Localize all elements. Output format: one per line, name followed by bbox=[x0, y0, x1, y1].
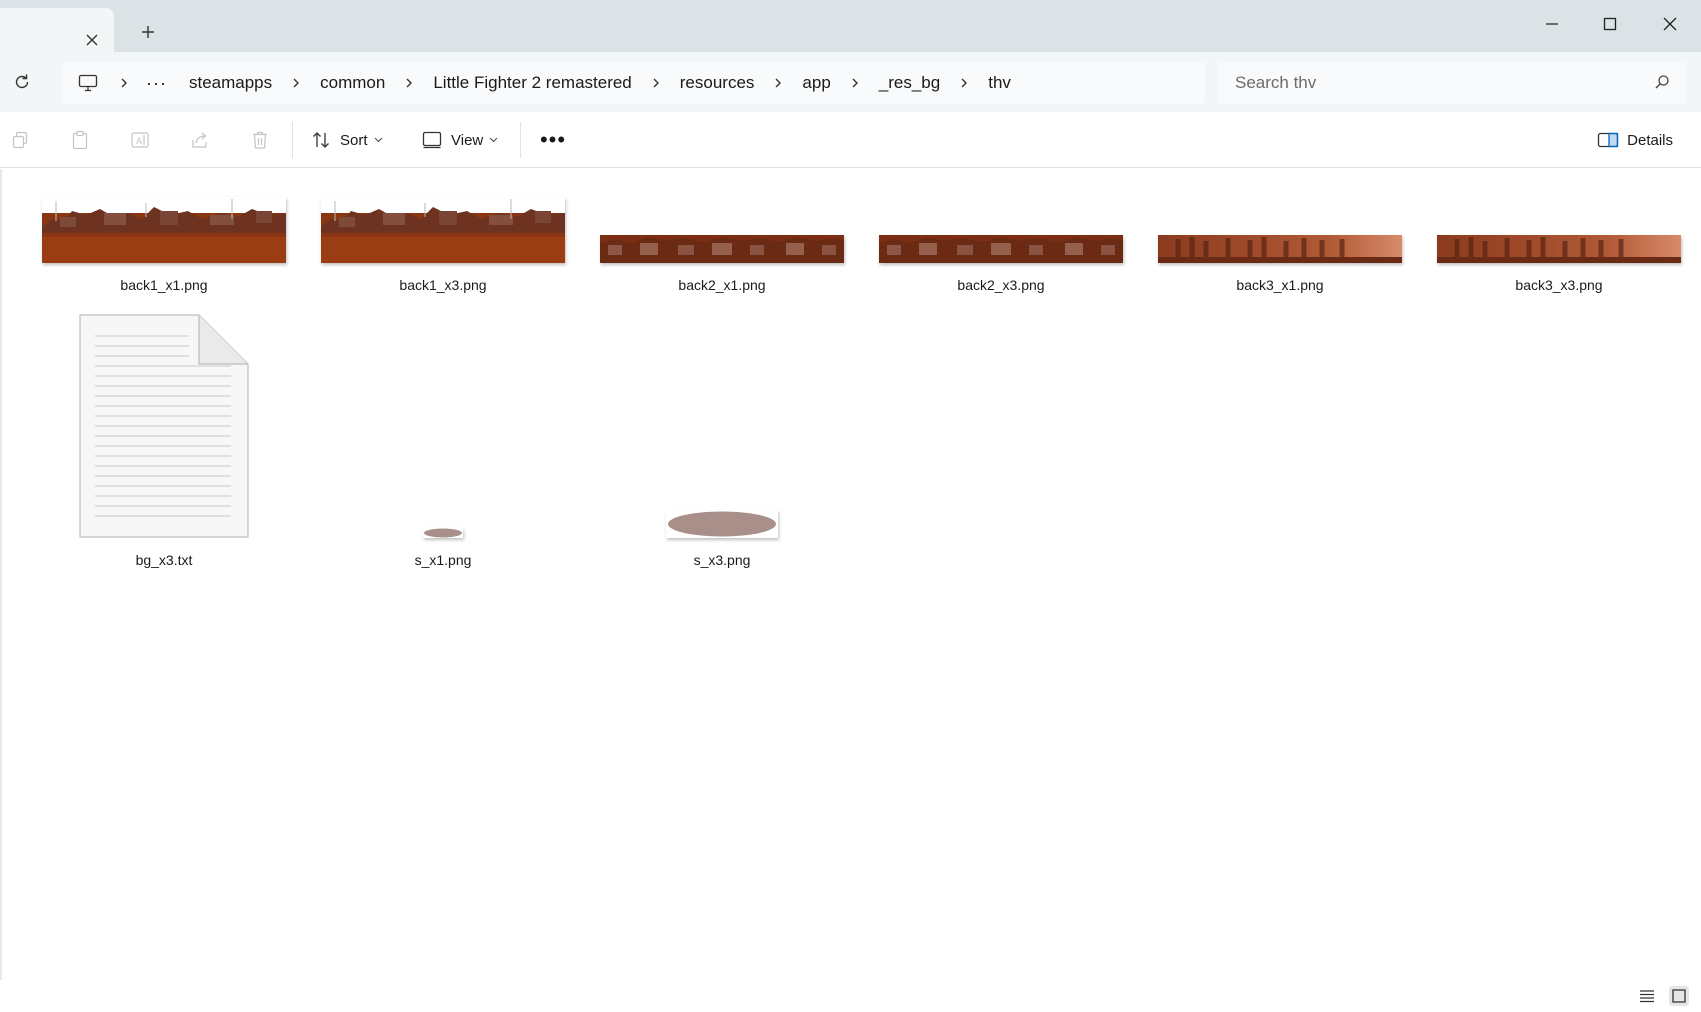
file-item[interactable]: back1_x3.png bbox=[313, 195, 573, 293]
delete-icon[interactable] bbox=[248, 128, 272, 152]
share-icon[interactable] bbox=[188, 128, 212, 152]
file-name: bg_x3.txt bbox=[135, 552, 193, 568]
view-label: View bbox=[451, 131, 484, 149]
file-name: back3_x1.png bbox=[1236, 277, 1324, 293]
breadcrumb-steamapps[interactable]: steamapps bbox=[177, 73, 284, 93]
command-bar: A Sort View ••• Details bbox=[0, 112, 1701, 168]
chevron-right-icon[interactable] bbox=[397, 77, 421, 89]
file-name: back3_x3.png bbox=[1515, 277, 1603, 293]
breadcrumb-overflow[interactable]: ··· bbox=[136, 73, 177, 94]
file-thumbnail bbox=[1150, 195, 1410, 263]
breadcrumb-resources[interactable]: resources bbox=[668, 73, 767, 93]
file-item[interactable]: back2_x3.png bbox=[871, 195, 1131, 293]
large-icons-view-icon[interactable] bbox=[1669, 986, 1689, 1006]
view-icon bbox=[421, 129, 443, 151]
sort-label: Sort bbox=[340, 131, 368, 149]
svg-text:A: A bbox=[136, 137, 143, 147]
refresh-icon[interactable] bbox=[10, 70, 34, 94]
view-button[interactable]: View bbox=[421, 122, 498, 158]
copy-icon[interactable] bbox=[8, 128, 32, 152]
paste-icon[interactable] bbox=[68, 128, 92, 152]
file-name: back2_x1.png bbox=[678, 277, 766, 293]
file-name: back1_x3.png bbox=[399, 277, 487, 293]
file-thumbnail bbox=[592, 195, 852, 263]
file-item[interactable]: bg_x3.txt bbox=[34, 314, 294, 568]
sort-icon bbox=[310, 129, 332, 151]
file-thumbnail bbox=[592, 314, 852, 538]
chevron-right-icon[interactable] bbox=[952, 77, 976, 89]
text-document-icon bbox=[79, 314, 249, 538]
sort-button[interactable]: Sort bbox=[310, 122, 383, 158]
this-pc-icon[interactable] bbox=[64, 62, 112, 104]
breadcrumb-thv[interactable]: thv bbox=[976, 73, 1023, 93]
search-input[interactable]: Search thv bbox=[1218, 62, 1686, 104]
chevron-right-icon[interactable] bbox=[644, 77, 668, 89]
toolbar-divider bbox=[520, 122, 521, 158]
file-item[interactable]: back2_x1.png bbox=[592, 195, 852, 293]
details-view-icon[interactable] bbox=[1637, 986, 1657, 1006]
file-name: s_x1.png bbox=[414, 552, 472, 568]
details-pane-button[interactable]: Details bbox=[1597, 122, 1673, 158]
file-grid: back1_x1.png back1_x3.png back2_x1.png b… bbox=[0, 169, 1701, 980]
file-thumbnail bbox=[34, 195, 294, 263]
breadcrumb-res-bg[interactable]: _res_bg bbox=[867, 73, 952, 93]
breadcrumb-little-fighter[interactable]: Little Fighter 2 remastered bbox=[421, 73, 643, 93]
address-row: ··· steamapps common Little Fighter 2 re… bbox=[0, 52, 1701, 112]
file-item[interactable]: s_x1.png bbox=[313, 314, 573, 568]
back1-thumbnail bbox=[321, 197, 565, 263]
minimize-button[interactable] bbox=[1529, 6, 1575, 42]
file-name: s_x3.png bbox=[693, 552, 751, 568]
file-thumbnail bbox=[34, 314, 294, 538]
chevron-right-icon[interactable] bbox=[766, 77, 790, 89]
back3-thumbnail bbox=[1158, 235, 1402, 263]
address-bar[interactable]: ··· steamapps common Little Fighter 2 re… bbox=[62, 62, 1205, 104]
tab-active[interactable] bbox=[0, 8, 114, 52]
file-item[interactable]: back3_x3.png bbox=[1429, 195, 1689, 293]
title-bar bbox=[0, 0, 1701, 52]
shadow-thumbnail-large bbox=[666, 510, 778, 538]
chevron-right-icon[interactable] bbox=[284, 77, 308, 89]
close-window-button[interactable] bbox=[1647, 6, 1693, 42]
details-label: Details bbox=[1627, 131, 1673, 149]
breadcrumb-app[interactable]: app bbox=[790, 73, 842, 93]
file-thumbnail bbox=[871, 195, 1131, 263]
chevron-right-icon[interactable] bbox=[112, 77, 136, 89]
new-tab-button[interactable] bbox=[136, 20, 160, 44]
shadow-thumbnail-small bbox=[423, 528, 463, 538]
chevron-right-icon[interactable] bbox=[843, 77, 867, 89]
file-item[interactable]: s_x3.png bbox=[592, 314, 852, 568]
tab-close-icon[interactable] bbox=[80, 28, 104, 52]
file-thumbnail bbox=[313, 195, 573, 263]
back3-thumbnail bbox=[1437, 235, 1681, 263]
toolbar-divider bbox=[292, 122, 293, 158]
status-bar bbox=[0, 980, 1701, 1012]
search-icon[interactable] bbox=[1654, 74, 1672, 92]
details-pane-icon bbox=[1597, 129, 1619, 151]
file-item[interactable]: back3_x1.png bbox=[1150, 195, 1410, 293]
file-name: back1_x1.png bbox=[120, 277, 208, 293]
more-options-button[interactable]: ••• bbox=[540, 127, 566, 152]
back1-thumbnail bbox=[42, 197, 286, 263]
maximize-button[interactable] bbox=[1587, 6, 1633, 42]
back2-thumbnail bbox=[879, 235, 1123, 263]
search-placeholder: Search thv bbox=[1235, 73, 1317, 92]
file-thumbnail bbox=[313, 314, 573, 538]
chevron-down-icon bbox=[374, 135, 383, 146]
breadcrumb: ··· steamapps common Little Fighter 2 re… bbox=[62, 62, 1023, 104]
chevron-down-icon bbox=[489, 135, 498, 146]
file-name: back2_x3.png bbox=[957, 277, 1045, 293]
file-thumbnail bbox=[1429, 195, 1689, 263]
rename-icon[interactable]: A bbox=[128, 128, 152, 152]
back2-thumbnail bbox=[600, 235, 844, 263]
breadcrumb-common[interactable]: common bbox=[308, 73, 397, 93]
file-item[interactable]: back1_x1.png bbox=[34, 195, 294, 293]
